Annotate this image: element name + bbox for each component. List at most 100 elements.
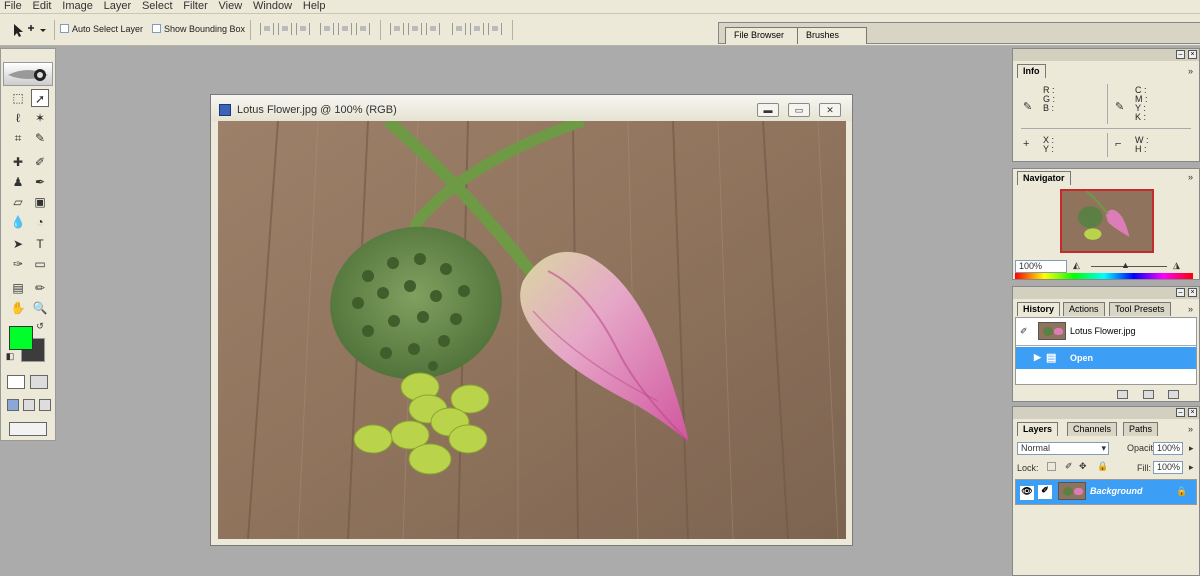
menu-image[interactable]: Image xyxy=(58,0,97,13)
panel-menu-icon[interactable]: » xyxy=(1188,172,1193,182)
quick-mask-button[interactable] xyxy=(30,375,48,389)
panel-titlebar[interactable] xyxy=(1013,287,1199,299)
minimize-button[interactable]: ▬ xyxy=(757,103,779,117)
jump-to-imageready-button[interactable] xyxy=(9,422,47,436)
tab-info[interactable]: Info xyxy=(1017,64,1046,78)
tab-history[interactable]: History xyxy=(1017,302,1061,316)
lock-brush-icon[interactable]: ✐ xyxy=(1065,461,1073,472)
move-tool-icon[interactable]: ➚ xyxy=(31,89,49,107)
fill-field[interactable]: 100% xyxy=(1153,461,1183,474)
panel-menu-icon[interactable]: » xyxy=(1188,424,1193,434)
zoom-slider-thumb[interactable]: ▲ xyxy=(1121,260,1130,270)
menu-view[interactable]: View xyxy=(215,0,247,13)
marquee-tool-icon[interactable]: ⬚ xyxy=(9,89,27,107)
distribute-bottom-icon[interactable] xyxy=(426,23,440,35)
history-snapshot[interactable]: ✐ Lotus Flower.jpg xyxy=(1016,320,1196,344)
align-vcenter-icon[interactable] xyxy=(278,23,292,35)
panel-close-icon[interactable]: × xyxy=(1188,50,1197,59)
path-selection-icon[interactable]: ➤ xyxy=(9,235,27,253)
align-hcenter-icon[interactable] xyxy=(338,23,352,35)
align-right-icon[interactable] xyxy=(356,23,370,35)
magic-wand-icon[interactable]: ✶ xyxy=(31,109,49,127)
adobe-logo[interactable] xyxy=(3,62,53,86)
color-ramp[interactable] xyxy=(1015,273,1193,279)
blend-mode-select[interactable]: Normal ▾ xyxy=(1017,442,1109,455)
screen-mode-standard-icon[interactable] xyxy=(7,399,19,411)
menu-file[interactable]: File xyxy=(0,0,26,13)
screen-mode-full-icon[interactable] xyxy=(39,399,51,411)
tab-channels[interactable]: Channels xyxy=(1067,422,1118,436)
lock-all-icon[interactable]: 🔒 xyxy=(1097,461,1108,472)
menu-edit[interactable]: Edit xyxy=(29,0,56,13)
tab-paths[interactable]: Paths xyxy=(1123,422,1159,436)
file-browser-tab[interactable]: File Browser xyxy=(725,27,801,44)
foreground-color-swatch[interactable] xyxy=(9,326,33,350)
panel-minimize-icon[interactable]: – xyxy=(1176,50,1185,59)
eye-icon[interactable]: 👁 xyxy=(1020,486,1034,500)
align-left-icon[interactable] xyxy=(320,23,334,35)
opacity-field[interactable]: 100% xyxy=(1153,442,1183,455)
opacity-arrow-icon[interactable]: ▸ xyxy=(1189,443,1194,454)
close-button[interactable]: ✕ xyxy=(819,103,841,117)
dodge-tool-icon[interactable]: ◔ xyxy=(31,213,49,231)
standard-mode-button[interactable] xyxy=(7,375,25,389)
menu-filter[interactable]: Filter xyxy=(179,0,211,13)
menu-select[interactable]: Select xyxy=(138,0,177,13)
eraser-tool-icon[interactable]: ▱ xyxy=(9,193,27,211)
panel-minimize-icon[interactable]: – xyxy=(1176,408,1185,417)
distribute-right-icon[interactable] xyxy=(488,23,502,35)
align-bottom-icon[interactable] xyxy=(296,23,310,35)
maximize-button[interactable]: ▭ xyxy=(788,103,810,117)
menu-layer[interactable]: Layer xyxy=(100,0,136,13)
trash-icon[interactable] xyxy=(1168,390,1179,399)
default-colors-icon[interactable]: ◧ xyxy=(5,351,15,361)
tab-actions[interactable]: Actions xyxy=(1063,302,1105,316)
show-bbox-checkbox[interactable]: Show Bounding Box xyxy=(152,24,245,34)
gradient-tool-icon[interactable]: ▣ xyxy=(31,193,49,211)
hand-tool-icon[interactable]: ✋ xyxy=(9,299,27,317)
panel-menu-icon[interactable]: » xyxy=(1188,304,1193,314)
swap-colors-icon[interactable]: ↺ xyxy=(35,321,45,331)
zoom-tool-icon[interactable]: 🔍 xyxy=(31,299,49,317)
lock-transparency-icon[interactable] xyxy=(1047,462,1056,471)
eyedropper-icon[interactable]: ✏ xyxy=(31,279,49,297)
layer-row-background[interactable]: 👁 ✐ Background 🔒 xyxy=(1016,480,1196,504)
document-titlebar[interactable]: Lotus Flower.jpg @ 100% (RGB) ▬ ▭ ✕ xyxy=(211,95,852,121)
notes-tool-icon[interactable]: ▤ xyxy=(9,279,27,297)
blur-tool-icon[interactable]: 💧 xyxy=(9,213,27,231)
history-brush-icon[interactable]: ✒ xyxy=(31,173,49,191)
tab-navigator[interactable]: Navigator xyxy=(1017,171,1071,185)
layer-link-brush-icon[interactable]: ✐ xyxy=(1038,485,1052,499)
zoom-in-icon[interactable]: ◮ xyxy=(1173,260,1180,271)
new-document-from-state-icon[interactable] xyxy=(1117,390,1128,399)
screen-mode-menu-icon[interactable] xyxy=(23,399,35,411)
tool-preset-picker[interactable] xyxy=(8,22,48,38)
shape-tool-icon[interactable]: ▭ xyxy=(31,255,49,273)
tab-tool-presets[interactable]: Tool Presets xyxy=(1109,302,1171,316)
crop-tool-icon[interactable]: ⌗ xyxy=(9,129,27,147)
slice-tool-icon[interactable]: ✎ xyxy=(31,129,49,147)
distribute-hcenter-icon[interactable] xyxy=(470,23,484,35)
panel-close-icon[interactable]: × xyxy=(1188,408,1197,417)
panel-menu-icon[interactable]: » xyxy=(1188,66,1193,76)
healing-brush-icon[interactable]: ✚ xyxy=(9,153,27,171)
distribute-left-icon[interactable] xyxy=(452,23,466,35)
panel-titlebar[interactable] xyxy=(1013,49,1199,61)
align-top-icon[interactable] xyxy=(260,23,274,35)
navigator-thumbnail[interactable] xyxy=(1060,189,1154,253)
distribute-top-icon[interactable] xyxy=(390,23,404,35)
navigator-zoom-field[interactable]: 100% xyxy=(1015,260,1067,273)
menu-window[interactable]: Window xyxy=(249,0,296,13)
type-tool-icon[interactable]: T xyxy=(31,235,49,253)
new-snapshot-icon[interactable] xyxy=(1143,390,1154,399)
brushes-tab[interactable]: Brushes xyxy=(797,27,867,44)
menu-help[interactable]: Help xyxy=(299,0,330,13)
image-canvas[interactable] xyxy=(218,121,846,539)
panel-minimize-icon[interactable]: – xyxy=(1176,288,1185,297)
pen-tool-icon[interactable]: ✑ xyxy=(9,255,27,273)
brush-tool-icon[interactable]: ✐ xyxy=(31,153,49,171)
history-state-open[interactable]: ▶ ▤ Open xyxy=(1016,347,1196,369)
panel-close-icon[interactable]: × xyxy=(1188,288,1197,297)
lock-move-icon[interactable]: ✥ xyxy=(1079,461,1087,472)
auto-select-checkbox[interactable]: Auto Select Layer xyxy=(60,24,143,34)
